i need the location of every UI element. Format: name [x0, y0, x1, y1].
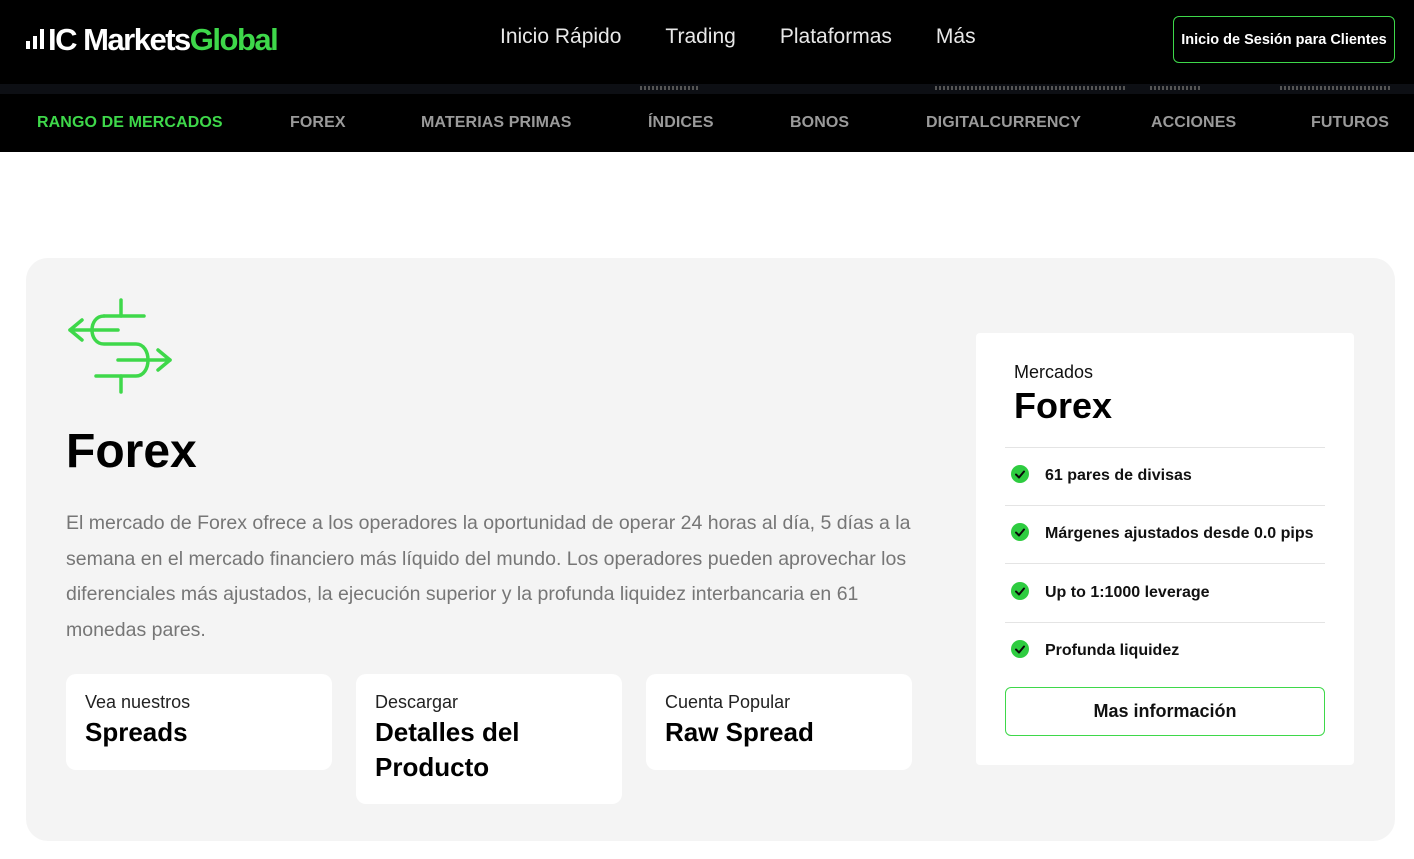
spreads-link-card[interactable]: Vea nuestros Spreads — [66, 674, 332, 770]
subnav-forex[interactable]: FOREX — [290, 114, 346, 132]
feature-text: Up to 1:1000 leverage — [1045, 584, 1210, 601]
product-details-card-title: Detalles del Producto — [375, 717, 520, 782]
header-texture-strip — [0, 84, 1414, 94]
exchange-arrows-icon — [68, 298, 172, 394]
feature-item: 61 pares de divisas — [1005, 448, 1325, 506]
top-header: IC MarketsGlobal Inicio Rápido Trading P… — [0, 0, 1414, 84]
feature-text: Márgenes ajustados desde 0.0 pips — [1045, 525, 1314, 542]
page-title: Forex — [66, 425, 197, 478]
feature-item: Profunda liquidez — [1005, 623, 1325, 681]
panel-label: Mercados — [1014, 362, 1094, 382]
nav-inicio-rapido[interactable]: Inicio Rápido — [500, 25, 621, 49]
nav-plataformas[interactable]: Plataformas — [780, 25, 892, 49]
nav-mas[interactable]: Más — [936, 25, 976, 49]
panel-market-name: Forex — [1014, 385, 1113, 426]
subnav-bonos[interactable]: BONOS — [790, 114, 849, 132]
forex-description: El mercado de Forex ofrece a los operado… — [66, 512, 911, 641]
markets-subnav: RANGO DE MERCADOS FOREX MATERIAS PRIMAS … — [0, 94, 1414, 152]
check-circle-icon — [1011, 465, 1029, 483]
nav-trading[interactable]: Trading — [665, 25, 735, 49]
feature-text: Profunda liquidez — [1045, 642, 1180, 659]
product-details-link-card[interactable]: Descargar Detalles del Producto — [356, 674, 622, 804]
logo-text-global: Global — [189, 21, 279, 57]
spreads-card-caption: Vea nuestros — [85, 692, 191, 712]
feature-item: Up to 1:1000 leverage — [1005, 565, 1325, 623]
product-details-card-caption: Descargar — [375, 692, 459, 712]
market-summary-panel: Mercados Forex 61 pares de divisas Márge… — [976, 333, 1354, 765]
subnav-materias-primas[interactable]: MATERIAS PRIMAS — [421, 114, 572, 132]
more-info-button[interactable]: Mas información — [1005, 687, 1325, 736]
check-circle-icon — [1011, 582, 1029, 600]
ic-markets-logo[interactable]: IC MarketsGlobal — [26, 21, 279, 57]
feature-text: 61 pares de divisas — [1045, 467, 1192, 484]
main-nav: Inicio Rápido Trading Plataformas Más — [478, 25, 998, 49]
signal-bars-icon — [26, 29, 44, 49]
subnav-digitalcurrency[interactable]: DIGITALCURRENCY — [926, 114, 1081, 132]
subnav-futuros[interactable]: FUTUROS — [1311, 114, 1389, 132]
client-login-button[interactable]: Inicio de Sesión para Clientes — [1173, 16, 1395, 63]
subnav-indices[interactable]: ÍNDICES — [648, 114, 714, 132]
raw-spread-card-title: Raw Spread — [665, 717, 814, 747]
spreads-card-title: Spreads — [85, 717, 188, 747]
raw-spread-link-card[interactable]: Cuenta Popular Raw Spread — [646, 674, 912, 770]
check-circle-icon — [1011, 523, 1029, 541]
raw-spread-card-caption: Cuenta Popular — [665, 692, 791, 712]
subnav-rango-de-mercados[interactable]: RANGO DE MERCADOS — [37, 114, 223, 132]
feature-item: Márgenes ajustados desde 0.0 pips — [1005, 506, 1325, 564]
logo-text-brand: IC Markets — [48, 21, 191, 57]
subnav-acciones[interactable]: ACCIONES — [1151, 114, 1236, 132]
check-circle-icon — [1011, 640, 1029, 658]
